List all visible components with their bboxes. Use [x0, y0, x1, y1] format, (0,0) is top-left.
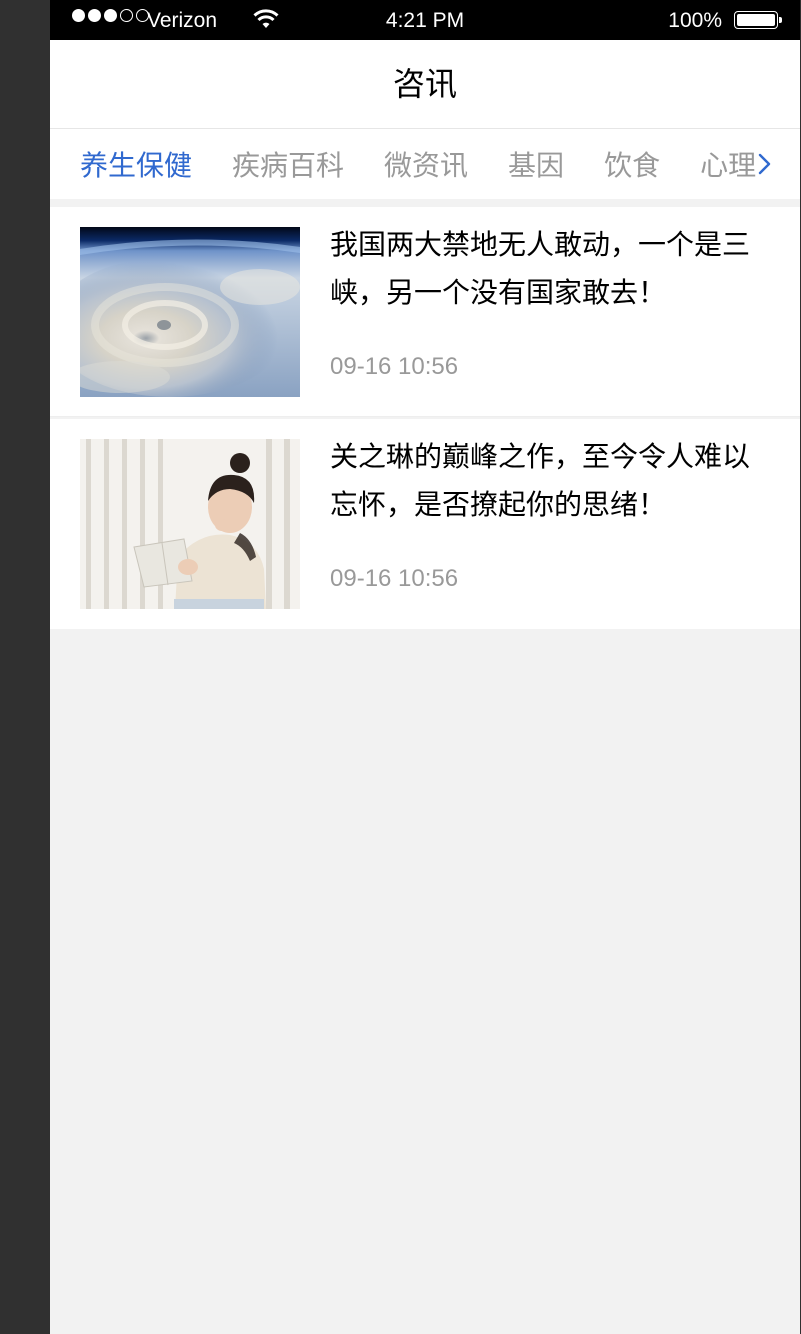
news-headline[interactable]: 关之琳的巅峰之作，至今令人难以忘怀，是否撩起你的思绪！ [330, 433, 775, 529]
news-thumbnail-woman [80, 439, 300, 609]
news-thumbnail-earth [80, 227, 300, 397]
tab-health-care[interactable]: 养生保健 [80, 144, 192, 184]
news-item[interactable]: 关之琳的巅峰之作，至今令人难以忘怀，是否撩起你的思绪！ 09-16 10:56 [50, 419, 800, 629]
tab-track: 养生保健 疾病百科 微资讯 基因 饮食 心理 [80, 129, 796, 199]
battery-icon [734, 11, 782, 29]
divider [50, 416, 800, 417]
navigation-bar: 咨讯 [50, 40, 800, 129]
tab-diet[interactable]: 饮食 [604, 144, 660, 184]
tab-micro-news[interactable]: 微资讯 [384, 144, 468, 184]
battery-percent: 100% [668, 9, 722, 32]
status-bar: Verizon 4:21 PM 100% [50, 0, 800, 40]
category-tab-bar: 养生保健 疾病百科 微资讯 基因 饮食 心理 [50, 129, 800, 199]
phone-screen: Verizon 4:21 PM 100% 咨讯 养生保健 疾病百科 微资讯 基因… [50, 0, 800, 1334]
tab-genes[interactable]: 基因 [508, 144, 564, 184]
tab-disease-encyclopedia[interactable]: 疾病百科 [232, 144, 344, 184]
news-item[interactable]: 我国两大禁地无人敢动，一个是三峡，另一个没有国家敢去！ 09-16 10:56 [50, 207, 800, 417]
news-date: 09-16 10:56 [330, 353, 459, 380]
page-title: 咨讯 [392, 65, 457, 103]
chevron-right-icon[interactable] [758, 153, 772, 175]
tab-psychology[interactable]: 心理 [700, 144, 756, 184]
news-headline[interactable]: 我国两大禁地无人敢动，一个是三峡，另一个没有国家敢去！ [330, 221, 775, 317]
news-date: 09-16 10:56 [330, 565, 459, 592]
